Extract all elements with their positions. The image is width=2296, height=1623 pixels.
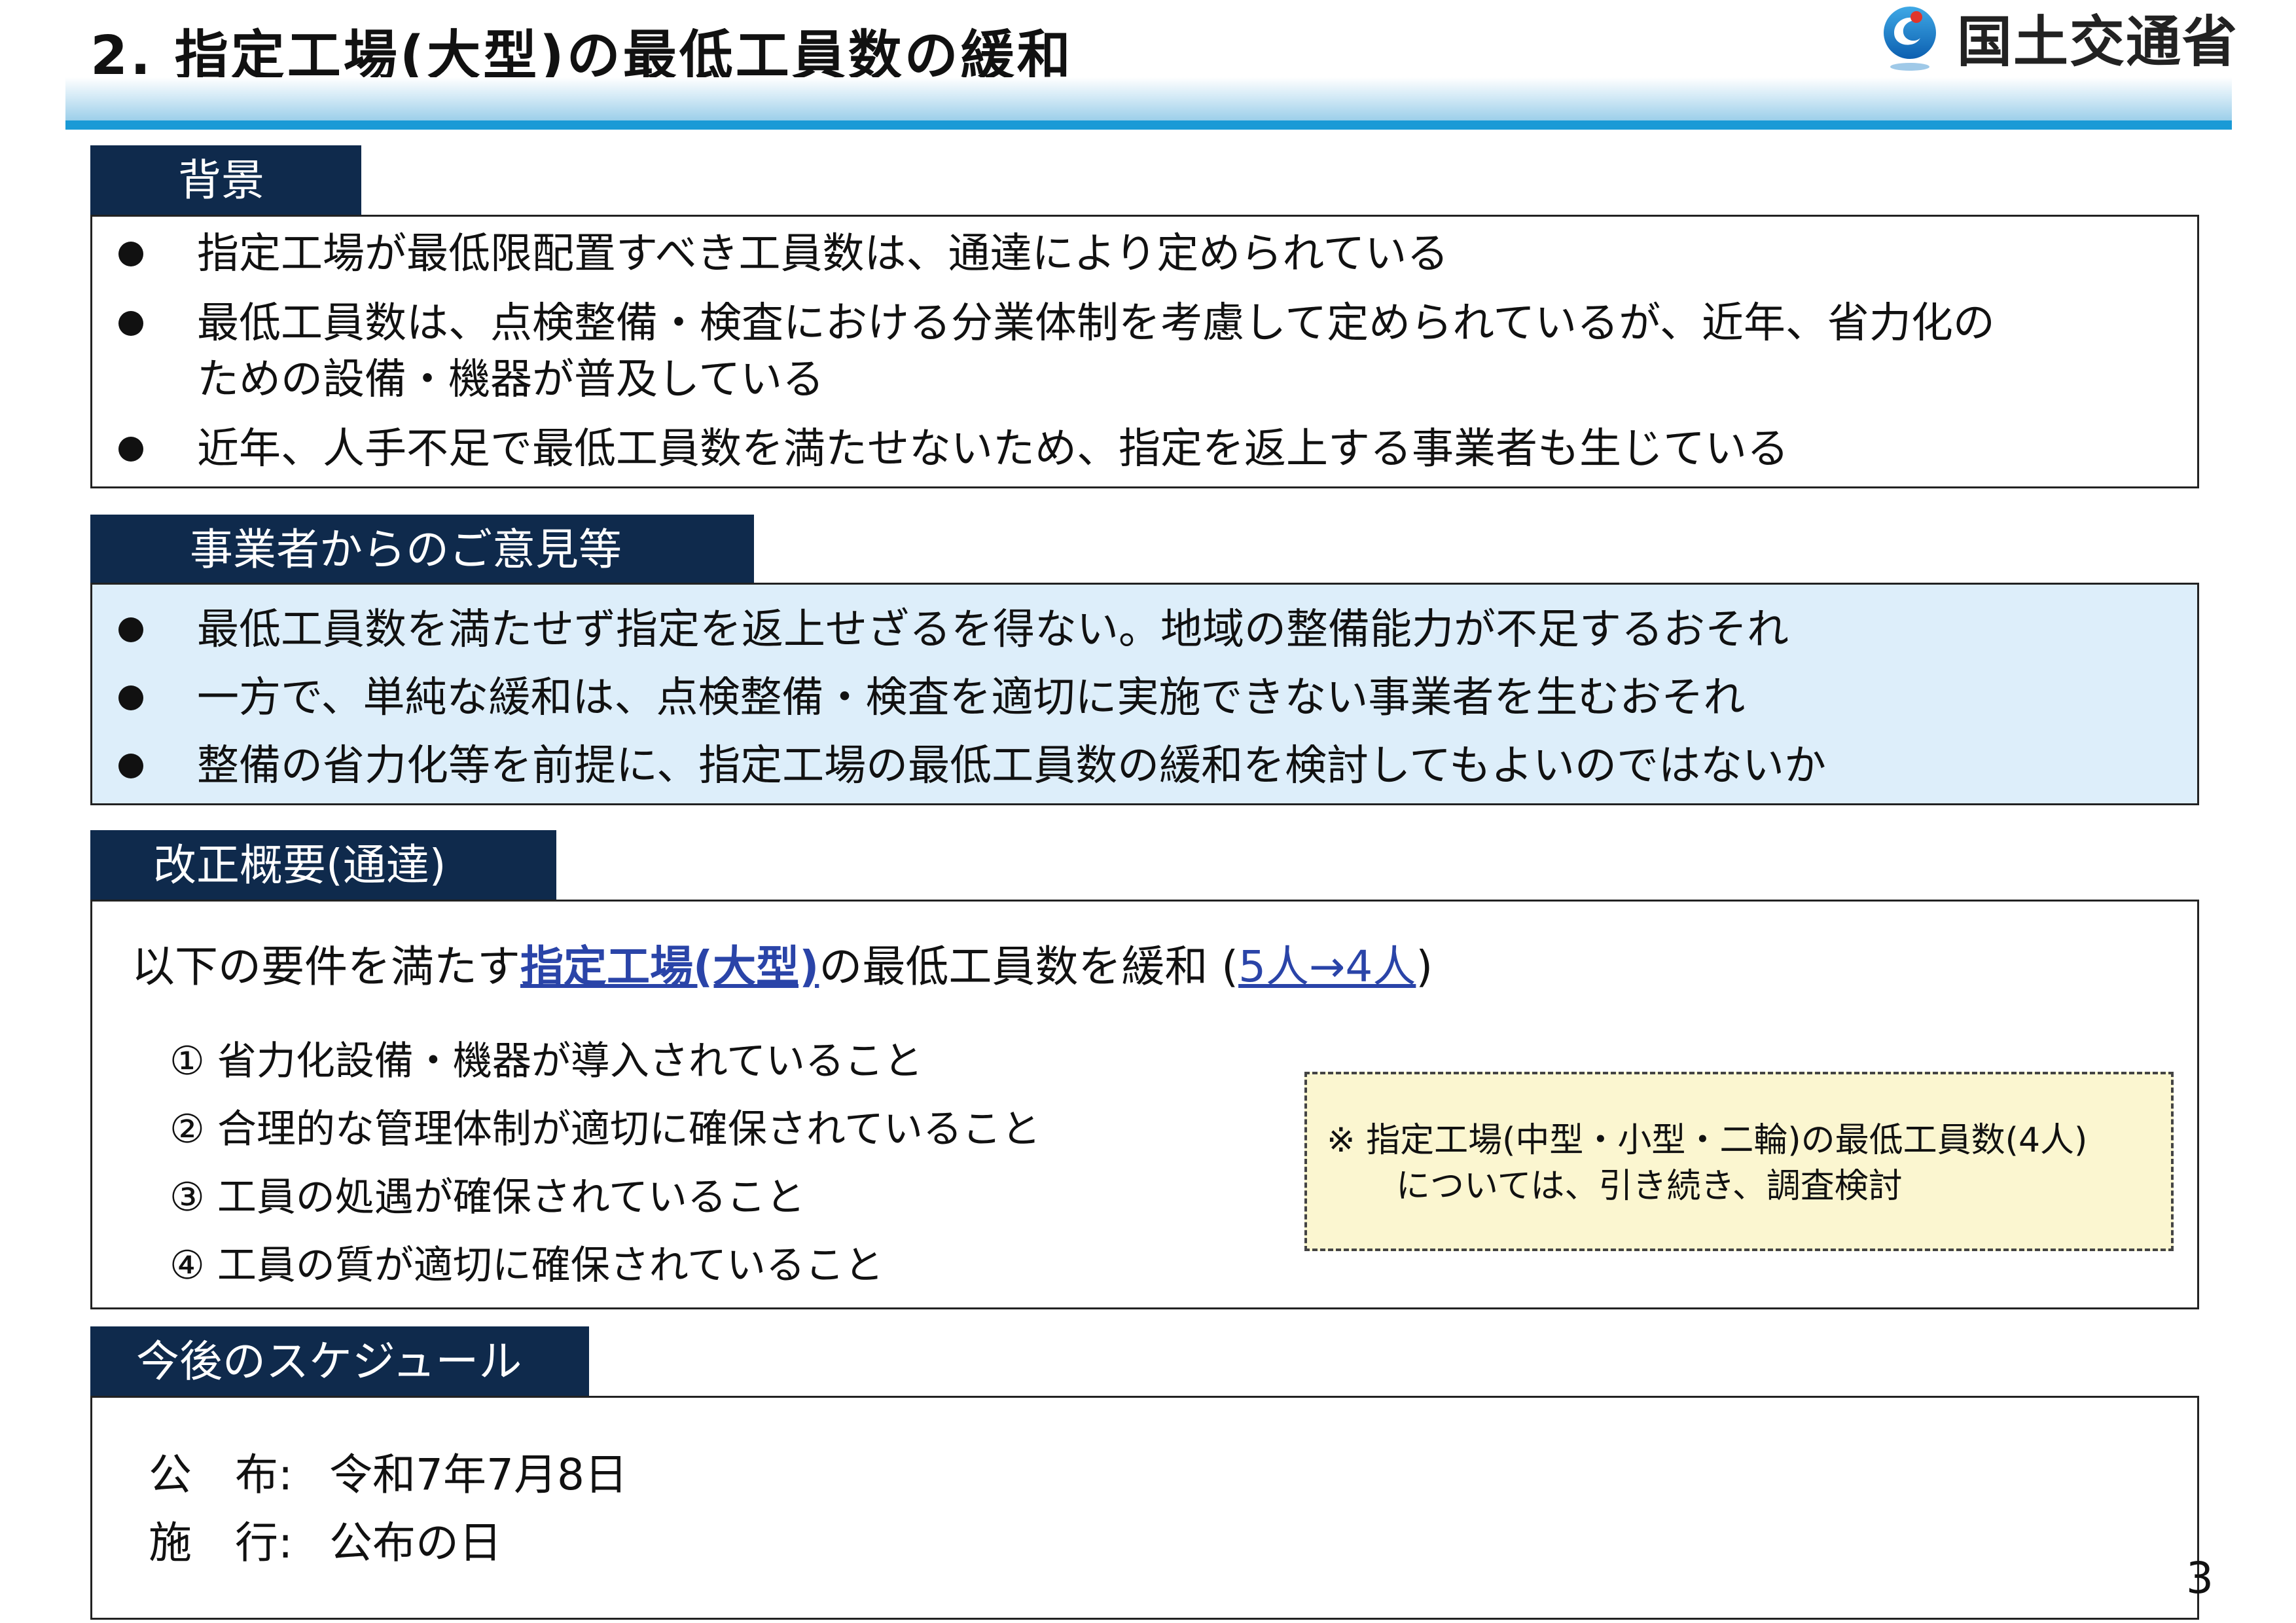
schedule-box: 公 布: 令和7年7月8日 施 行: 公布の日: [90, 1396, 2199, 1620]
requirement-4: ④ 工員の質が適切に確保されていること: [170, 1243, 884, 1288]
mlit-logo-icon: [1884, 7, 1936, 71]
opinions-bullet-2: 一方で、単純な緩和は、点検整備・検査を適切に実施できない事業者を生むおそれ: [197, 674, 1746, 722]
revision-lead: 以下の要件を満たす指定工場(大型)の最低工員数を緩和 (5人→4人): [132, 934, 1433, 1000]
background-bullet-2: 最低工員数は、点検整備・検査における分業体制を考慮して定められているが、近年、省…: [197, 299, 1995, 348]
section-tab-revision: 改正概要(通達): [90, 830, 556, 901]
lead-prefix: 以下の要件を満たす: [132, 941, 520, 992]
bullet-dot-icon: [118, 617, 143, 642]
schedule-item-promulgation: 公 布: 令和7年7月8日: [149, 1444, 628, 1506]
bullet-dot-icon: [118, 311, 143, 336]
schedule-label: 公 布:: [149, 1450, 293, 1500]
revision-box: 以下の要件を満たす指定工場(大型)の最低工員数を緩和 (5人→4人) ① 省力化…: [90, 900, 2199, 1309]
lead-highlight: 指定工場(大型): [520, 941, 819, 992]
schedule-value: 令和7年7月8日: [329, 1450, 628, 1500]
section-tab-background: 背景: [90, 145, 361, 216]
background-box: 指定工場が最低限配置すべき工員数は、通達により定められている 最低工員数は、点検…: [90, 215, 2199, 488]
bullet-dot-icon: [118, 437, 143, 462]
background-bullet-3: 近年、人手不足で最低工員数を満たせないため、指定を返上する事業者も生じている: [197, 425, 1789, 473]
header-rule: [65, 120, 2232, 130]
note-box: ※ 指定工場(中型・小型・二輪)の最低工員数(4人) については、引き続き、調査…: [1304, 1072, 2174, 1251]
schedule-item-enforcement: 施 行: 公布の日: [149, 1512, 502, 1575]
note-line-1: ※ 指定工場(中型・小型・二輪)の最低工員数(4人): [1327, 1121, 2088, 1160]
lead-middle: の最低工員数を緩和 (: [819, 941, 1239, 992]
lead-suffix: ): [1416, 941, 1433, 992]
bullet-dot-icon: [118, 242, 143, 266]
ministry-name: 国土交通省: [1957, 10, 2239, 74]
opinions-bullet-1: 最低工員数を満たせず指定を返上せざるを得ない。地域の整備能力が不足するおそれ: [197, 606, 1789, 654]
section-tab-opinions: 事業者からのご意見等: [90, 515, 754, 585]
header-band: [65, 77, 2232, 120]
page-number: 3: [2186, 1553, 2214, 1603]
background-bullet-1: 指定工場が最低限配置すべき工員数は、通達により定められている: [197, 230, 1449, 278]
note-line-2: については、引き続き、調査検討: [1396, 1167, 1903, 1206]
schedule-label: 施 行:: [149, 1518, 293, 1568]
schedule-value: 公布の日: [329, 1518, 502, 1568]
background-bullet-2-cont: ための設備・機器が普及している: [197, 356, 825, 404]
bullet-dot-icon: [118, 754, 143, 778]
requirement-3: ③ 工員の処遇が確保されていること: [170, 1175, 806, 1220]
lead-change: 5人→4人: [1238, 941, 1416, 992]
requirement-2: ② 合理的な管理体制が適切に確保されていること: [170, 1106, 1041, 1152]
bullet-dot-icon: [118, 685, 143, 710]
opinions-box: 最低工員数を満たせず指定を返上せざるを得ない。地域の整備能力が不足するおそれ 一…: [90, 583, 2199, 805]
requirement-1: ① 省力化設備・機器が導入されていること: [170, 1038, 924, 1084]
section-tab-schedule: 今後のスケジュール: [90, 1326, 589, 1397]
opinions-bullet-3: 整備の省力化等を前提に、指定工場の最低工員数の緩和を検討してもよいのではないか: [197, 742, 1826, 790]
